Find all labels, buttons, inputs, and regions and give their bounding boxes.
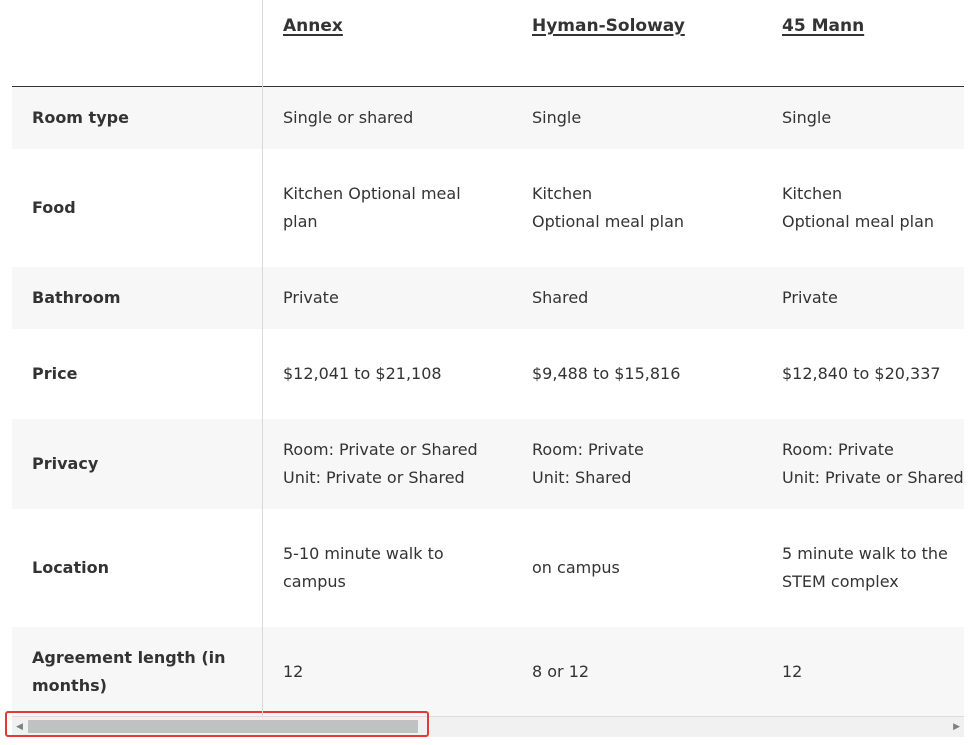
column-divider [262,0,263,716]
table-cell: Kitchen Optional meal plan [532,184,685,231]
row-label: Privacy [32,454,99,473]
table-cell: Shared [532,288,589,307]
table-cell: Room: Private Unit: Private or Shared [782,440,964,487]
comparison-table-viewport: Annex Hyman-Soloway 45 Mann Room type Si… [12,0,964,716]
table-cell: $9,488 to $15,816 [532,364,681,383]
table-row-price: Price $12,041 to $21,108 $9,488 to $15,8… [12,329,964,419]
table-cell: $12,840 to $20,337 [782,364,941,383]
table-row-bathroom: Bathroom Private Shared Private [12,267,964,329]
table-cell: on campus [532,558,620,577]
scroll-right-arrow-icon[interactable]: ▶ [953,722,960,732]
column-header-hyman-soloway[interactable]: Hyman-Soloway [532,16,685,36]
row-label: Bathroom [32,288,121,307]
table-cell: Single or shared [283,108,414,127]
row-label: Food [32,198,76,217]
table-row-food: Food Kitchen Optional meal plan Kitchen Op… [12,149,964,267]
housing-comparison-table: Annex Hyman-Soloway 45 Mann Room type Si… [12,0,964,716]
table-row-location: Location 5-10 minute walk to campus on ca… [12,509,964,627]
table-row-agreement-length: Agreement length (in months) 12 8 or 12 1… [12,627,964,716]
table-cell: 5 minute walk to the STEM complex [782,544,948,591]
table-cell: Private [283,288,339,307]
row-label: Location [32,558,109,577]
table-cell: Private [782,288,838,307]
column-header-annex[interactable]: Annex [283,16,343,36]
column-header-45-mann[interactable]: 45 Mann [782,16,864,36]
row-label: Room type [32,108,129,127]
table-cell: Kitchen Optional meal plan [283,184,461,231]
row-label: Agreement length (in months) [32,648,226,695]
table-cell: Room: Private Unit: Shared [532,440,644,487]
table-cell: Kitchen Optional meal plan [782,184,935,231]
table-cell: Single [782,108,832,127]
table-row-privacy: Privacy Room: Private or Shared Unit: Pri… [12,419,964,509]
table-cell: Single [532,108,582,127]
horizontal-scrollbar[interactable]: ◀ ▶ [12,716,964,737]
table-cell: $12,041 to $21,108 [283,364,442,383]
scroll-left-arrow-icon[interactable]: ◀ [16,722,23,732]
scrollbar-thumb[interactable] [28,720,418,733]
table-cell: 12 [782,662,803,681]
table-cell: Room: Private or Shared Unit: Private or … [283,440,478,487]
table-cell: 5-10 minute walk to campus [283,544,444,591]
row-label: Price [32,364,78,383]
table-cell: 8 or 12 [532,662,590,681]
table-header-row: Annex Hyman-Soloway 45 Mann [12,0,964,87]
table-cell: 12 [283,662,304,681]
table-row-room-type: Room type Single or shared Single Single [12,87,964,149]
